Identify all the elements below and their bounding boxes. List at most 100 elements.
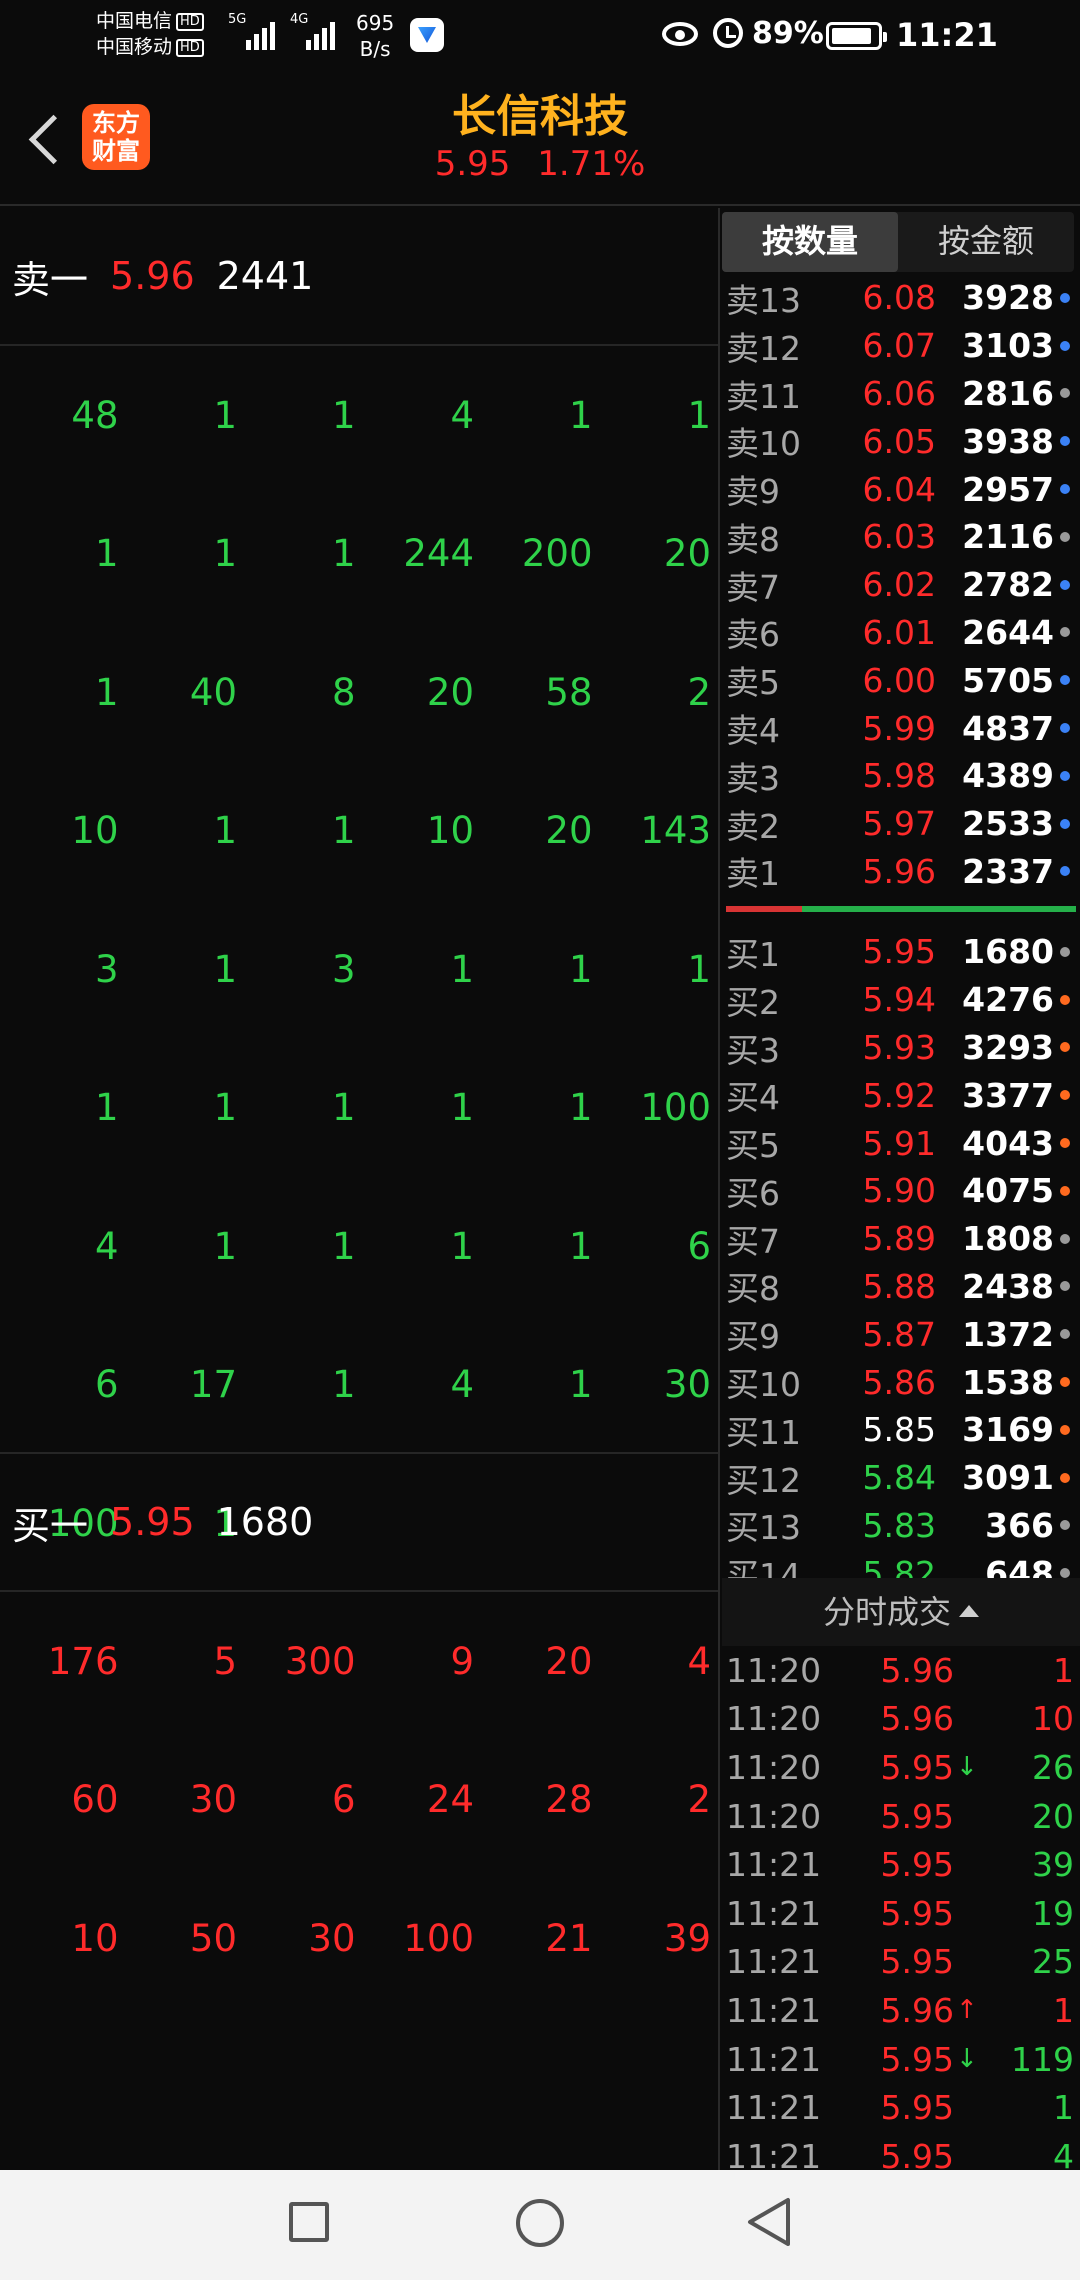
stock-quote: 5.95 1.71%: [0, 144, 1080, 184]
order-dot-icon: [1060, 1520, 1070, 1531]
sell-queue-cell: 200: [521, 532, 593, 576]
system-nav-bar: [0, 2170, 1080, 2280]
order-dot-icon: [1060, 340, 1070, 351]
buy-queue-cell: 28: [545, 1778, 593, 1822]
sell-queue-cell: 1: [213, 947, 237, 991]
order-dot-icon: [1060, 1090, 1070, 1101]
trade-row: 11:20 5.96 1: [722, 1646, 1080, 1695]
buy-queue-row: 60 30 6 24 28 2: [0, 1731, 718, 1870]
book-level-price: 5.95: [862, 932, 936, 972]
book-level-qty: 2957: [962, 469, 1054, 509]
buy-queue-cell: 4: [687, 1639, 711, 1683]
trade-price: 5.95: [880, 2088, 954, 2128]
book-level-qty: 4075: [962, 1171, 1054, 1211]
order-dot-icon: [1060, 1472, 1070, 1483]
clock: 11:21: [896, 16, 998, 54]
level2-panel: 按数量 按金额 卖13 6.08 3928 卖12 6.07 3103 卖11 6.06 281…: [722, 208, 1080, 2176]
trade-volume: 26: [1032, 1747, 1074, 1787]
book-row: 卖5 6.00 5705: [722, 656, 1080, 704]
tab-by-amount[interactable]: 按金额: [898, 212, 1074, 272]
book-level-qty: 2644: [962, 612, 1054, 652]
sell1-qty: 2441: [216, 254, 314, 298]
trade-row: 11:21 5.95 25: [722, 1938, 1080, 1987]
sell-queue-cell: 4: [450, 1363, 474, 1407]
book-level-price: 5.83: [862, 1505, 936, 1545]
sell-queue-cell: 1: [331, 532, 356, 576]
book-row: 买2 5.94 4276: [722, 976, 1080, 1024]
book-row: 卖9 6.04 2957: [722, 465, 1080, 513]
book-level-qty: 3169: [962, 1410, 1054, 1450]
order-dot-icon: [1060, 946, 1070, 957]
book-level-label: 卖1: [726, 854, 780, 894]
book-level-qty: 2782: [962, 565, 1054, 605]
book-level-qty: 4276: [962, 980, 1054, 1020]
tab-by-quantity[interactable]: 按数量: [722, 212, 898, 272]
battery-percent: 89%: [752, 16, 824, 51]
sell-queue-cell: 58: [545, 670, 593, 714]
order-dot-icon: [1060, 818, 1070, 829]
book-level-price: 5.88: [862, 1266, 936, 1306]
sell-queue-cell: 1: [331, 1363, 356, 1407]
order-dot-icon: [1060, 436, 1070, 447]
trades-list: 11:20 5.96 1 11:20 5.96 10 11:20 5.95 ↓ 26 11:20 5.…: [722, 1646, 1080, 2181]
book-level-qty: 4043: [962, 1123, 1054, 1163]
arrow-down-icon: ↓: [956, 1752, 978, 1783]
arrow-down-icon: ↓: [956, 2044, 978, 2075]
book-level-label: 卖3: [726, 758, 780, 798]
book-level-label: 卖10: [726, 424, 801, 464]
trade-time: 11:21: [726, 1990, 822, 2030]
book-level-qty: 2116: [962, 517, 1054, 557]
sell1-label: 卖一: [12, 257, 89, 302]
buy-queue-cell: 100: [403, 1916, 474, 1960]
book-level-price: 5.87: [862, 1314, 936, 1354]
book-level-label: 卖11: [726, 376, 801, 416]
recents-icon[interactable]: [289, 2202, 329, 2242]
sell-queue-cell: 1: [331, 393, 356, 437]
book-level-qty: 648: [985, 1553, 1054, 1578]
book-level-label: 买10: [726, 1365, 801, 1405]
sell1-summary[interactable]: 卖一 5.96 2441: [0, 208, 718, 346]
buy-book[interactable]: 买1 5.95 1680 买2 5.94 4276 买3 5.93 3293 买4 5.92 3377…: [722, 928, 1080, 1578]
book-level-qty: 366: [985, 1505, 1054, 1545]
sell-queue-cell: 48: [71, 393, 119, 437]
book-level-price: 5.99: [862, 708, 936, 748]
trade-volume: 1: [1053, 2088, 1074, 2128]
trade-time: 11:21: [726, 2039, 822, 2079]
trade-volume: 25: [1032, 1942, 1074, 1982]
sell-queue-row: 6 17 1 4 1 30: [0, 1316, 718, 1455]
buy-queue-cell: 2: [687, 1778, 711, 1822]
buy-queue-cell: 21: [545, 1916, 593, 1960]
book-level-qty: 2438: [962, 1266, 1054, 1306]
book-level-label: 买5: [726, 1126, 780, 1166]
sell-queue-cell: 6: [94, 1363, 119, 1407]
book-level-label: 买14: [726, 1556, 801, 1578]
buy-queue-cell: 10: [71, 1916, 119, 1960]
book-level-price: 6.04: [862, 469, 936, 509]
book-level-price: 6.03: [862, 517, 936, 557]
book-level-price: 5.96: [862, 851, 936, 891]
book-level-label: 卖4: [726, 711, 780, 751]
book-level-price: 5.82: [862, 1553, 936, 1578]
book-level-price: 5.97: [862, 804, 936, 844]
trade-volume: 119: [1011, 2039, 1074, 2079]
buy-queue-cell: 24: [426, 1778, 474, 1822]
trades-header[interactable]: 分时成交: [722, 1578, 1080, 1646]
book-level-label: 卖2: [726, 806, 780, 846]
status-bar: 中国电信 HD 中国移动 HD 5G 4G 695 B/s 89% 11:21: [0, 0, 1080, 70]
order-queue-panel: 卖一 5.96 2441 48 1 1 4 1 1 1 1 1 244 200 20 1 40 8 20 58 2…: [0, 208, 718, 2170]
back-nav-icon[interactable]: [746, 2196, 792, 2248]
trade-price: 5.95: [880, 1845, 954, 1885]
book-level-label: 买6: [726, 1173, 780, 1213]
sell-queue-cell: 20: [426, 670, 474, 714]
book-level-qty: 3293: [962, 1027, 1054, 1067]
sell-queue-cell: 30: [663, 1363, 711, 1407]
book-row: 买12 5.84 3091: [722, 1454, 1080, 1502]
sell-queue-cell: 10: [71, 809, 119, 853]
buy-queue-cell: 30: [308, 1916, 356, 1960]
order-dot-icon: [1060, 292, 1070, 303]
trade-price: 5.96: [880, 1650, 954, 1690]
home-icon[interactable]: [516, 2199, 564, 2247]
order-dot-icon: [1060, 994, 1070, 1005]
book-row: 卖2 5.97 2533: [722, 800, 1080, 848]
arrow-up-icon: ↑: [956, 1995, 978, 2026]
